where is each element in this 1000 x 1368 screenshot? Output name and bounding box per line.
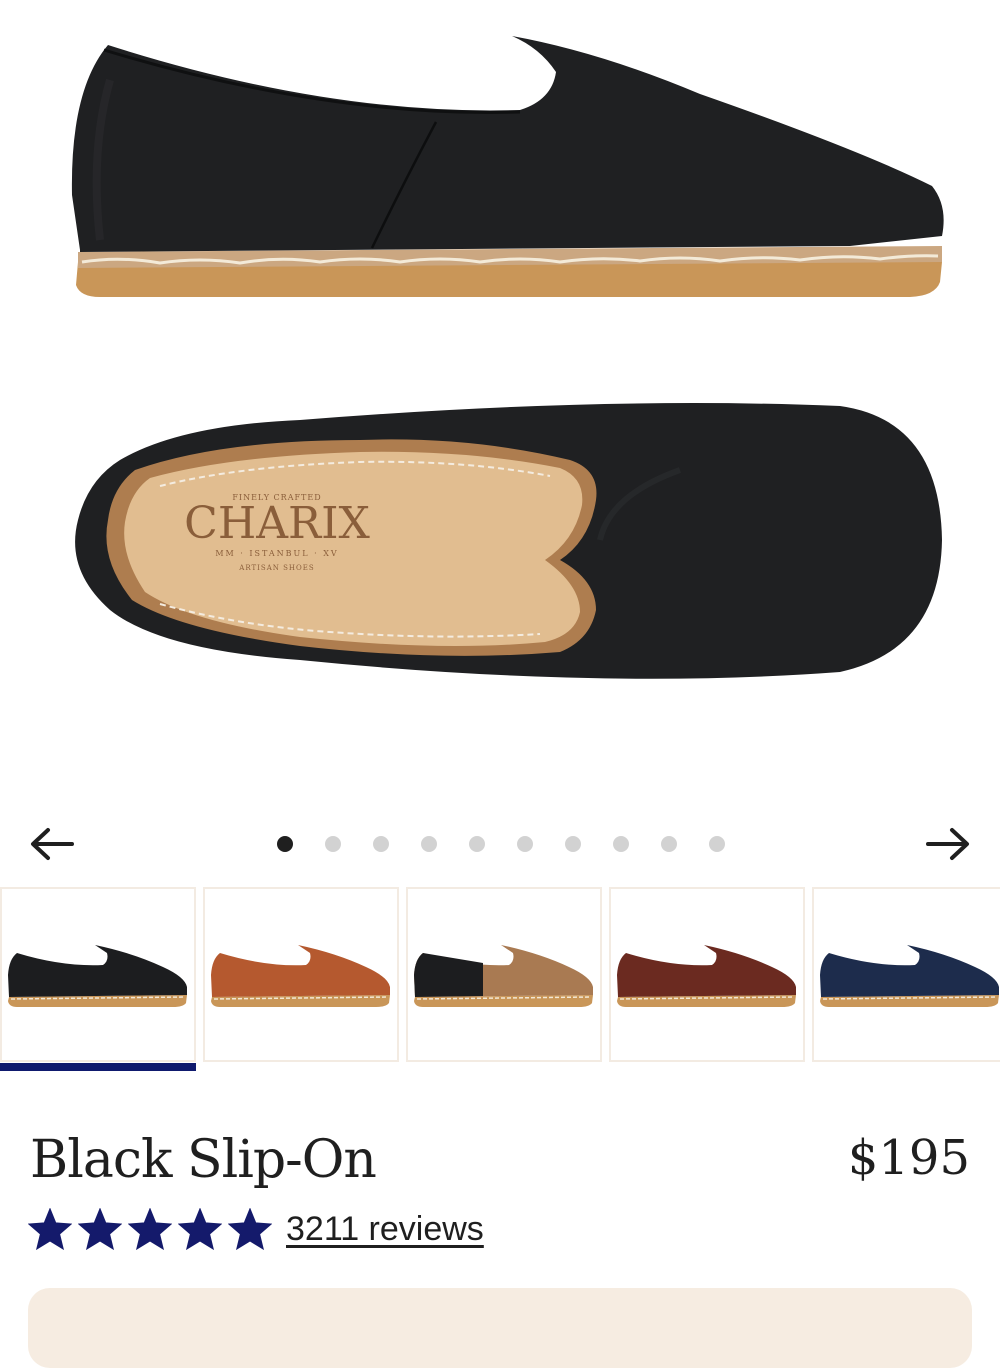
carousel-dot[interactable] [469, 836, 485, 852]
rating-summary: 3211 reviews [28, 1208, 484, 1250]
variant-thumbnail-cognac[interactable] [203, 887, 399, 1062]
star-rating [28, 1208, 272, 1250]
star-icon [178, 1208, 222, 1250]
product-price: $195 [847, 1130, 970, 1186]
carousel-dot[interactable] [277, 836, 293, 852]
variant-thumbnail-navy[interactable] [812, 887, 1000, 1062]
shoe-photo: CHARIX FINELY CRAFTED MM · ISTANBUL · XV… [71, 36, 944, 679]
shoe-thumbnail-image [211, 944, 390, 1007]
shoe-thumbnail-image [8, 944, 187, 1007]
star-icon [78, 1208, 122, 1250]
reviews-link[interactable]: 3211 reviews [286, 1210, 484, 1249]
svg-text:MM · ISTANBUL · XV: MM · ISTANBUL · XV [215, 549, 338, 558]
svg-text:ARTISAN SHOES: ARTISAN SHOES [238, 564, 314, 572]
brand-logo: CHARIX [184, 498, 370, 549]
arrow-right-icon [926, 828, 969, 860]
shoe-thumbnail-image [617, 944, 796, 1007]
star-icon [228, 1208, 272, 1250]
variant-thumbnail-black-tan[interactable] [406, 887, 602, 1062]
carousel-dot[interactable] [373, 836, 389, 852]
shoe-top-view: CHARIX FINELY CRAFTED MM · ISTANBUL · XV… [75, 403, 943, 679]
carousel-dot[interactable] [613, 836, 629, 852]
svg-text:FINELY CRAFTED: FINELY CRAFTED [232, 493, 321, 502]
product-title: Black Slip-On [30, 1130, 377, 1190]
star-icon [128, 1208, 172, 1250]
shoe-side-view [71, 36, 944, 297]
previous-image-button[interactable] [26, 818, 78, 870]
shoe-thumbnail-image [820, 944, 999, 1007]
carousel-dot[interactable] [421, 836, 437, 852]
product-main-image[interactable]: CHARIX FINELY CRAFTED MM · ISTANBUL · XV… [0, 0, 1000, 800]
carousel-dot[interactable] [565, 836, 581, 852]
carousel-dot[interactable] [517, 836, 533, 852]
color-variant-thumbnails [0, 887, 1000, 1077]
carousel-dot[interactable] [325, 836, 341, 852]
variant-thumbnail-burgundy-brown[interactable] [609, 887, 805, 1062]
carousel-dot[interactable] [661, 836, 677, 852]
next-image-button[interactable] [922, 818, 974, 870]
promo-banner [28, 1288, 972, 1368]
carousel-pagination [277, 836, 725, 852]
arrow-left-icon [31, 828, 74, 860]
variant-thumbnail-black[interactable] [0, 887, 196, 1071]
shoe-thumbnail-image [414, 944, 593, 1007]
star-icon [28, 1208, 72, 1250]
carousel-dot[interactable] [709, 836, 725, 852]
